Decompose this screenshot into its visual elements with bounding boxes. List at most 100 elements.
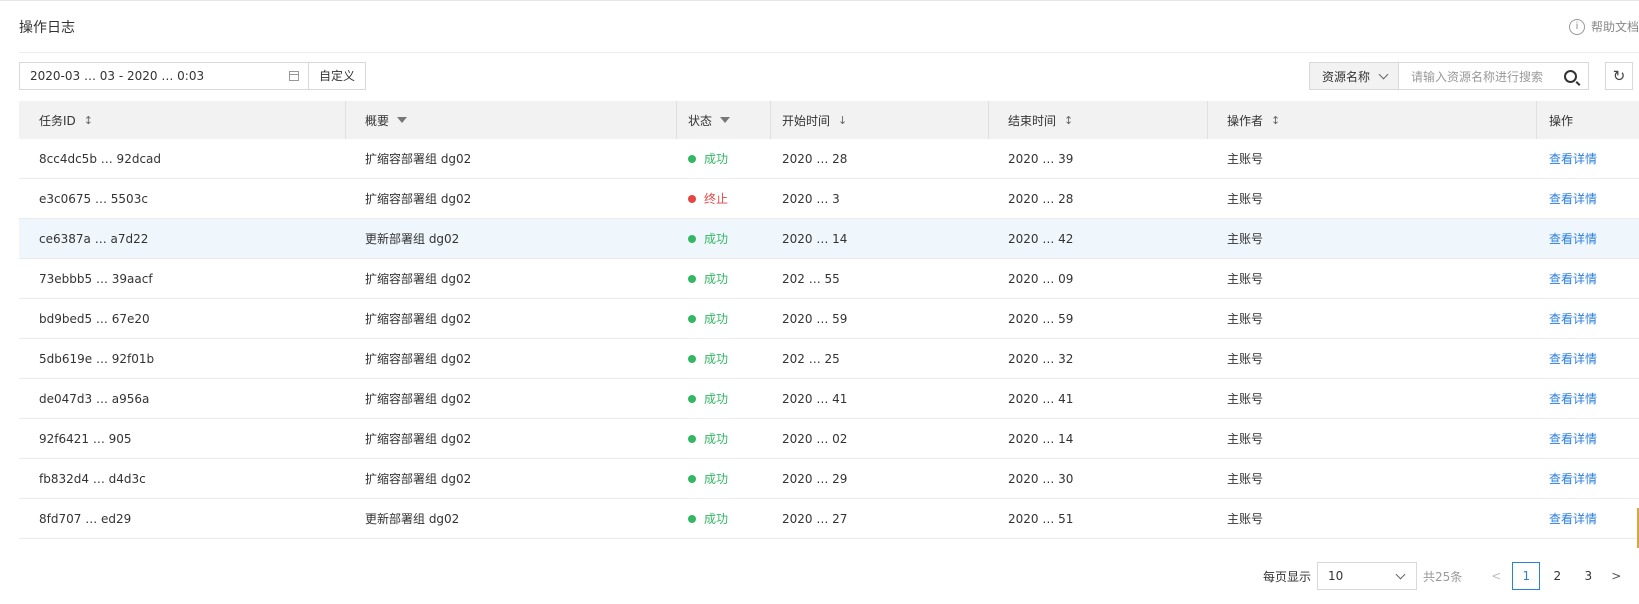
operation-log-table: 任务ID ↕ 概要 状态 开始时间 ↓ 结束时间 ↕ 操作者 ↕ 操作 8cc4dc5b… xyxy=(19,101,1639,539)
operator-cell: 主账号 xyxy=(1227,232,1264,246)
status-dot-icon xyxy=(688,234,696,243)
operator-cell: 主账号 xyxy=(1227,432,1264,446)
status-text: 成功 xyxy=(704,232,729,246)
column-header-status: 状态 xyxy=(677,101,771,139)
table-header: 任务ID ↕ 概要 状态 开始时间 ↓ 结束时间 ↕ 操作者 ↕ 操作 xyxy=(19,101,1639,139)
per-page-label: 每页显示 xyxy=(1263,569,1312,584)
status-dot-icon xyxy=(688,474,696,483)
calendar-icon xyxy=(289,71,299,81)
view-details-link[interactable]: 查看详情 xyxy=(1549,390,1597,407)
table-row: 73ebbb5 … 39aacf 扩缩容部署组 dg02 成功 202 … 55 202… xyxy=(19,259,1639,299)
column-header-end-time[interactable]: 结束时间 ↕ xyxy=(989,101,1208,139)
table-row: 92f6421 … 905 扩缩容部署组 dg02 成功 2020 … 02 2020 … xyxy=(19,419,1639,459)
summary-cell: 扩缩容部署组 dg02 xyxy=(365,152,472,166)
operator-cell: 主账号 xyxy=(1227,392,1264,406)
end-time-cell: 2020 … 28 xyxy=(1008,191,1074,206)
table-row: bd9bed5 … 67e20 扩缩容部署组 dg02 成功 2020 … 59 202… xyxy=(19,299,1639,339)
view-details-link[interactable]: 查看详情 xyxy=(1549,270,1597,287)
status-dot-icon xyxy=(688,314,696,323)
view-details-link[interactable]: 查看详情 xyxy=(1549,150,1597,167)
sort-icon[interactable]: ↕ xyxy=(1271,114,1280,127)
page-3-button[interactable]: 3 xyxy=(1574,562,1602,590)
table-row: 8cc4dc5b … 92dcad 扩缩容部署组 dg02 成功 2020 … 28 2… xyxy=(19,139,1639,179)
view-details-link[interactable]: 查看详情 xyxy=(1549,350,1597,367)
task-id-cell: bd9bed5 … 67e20 xyxy=(39,311,150,326)
status-cell: 成功 xyxy=(677,139,771,178)
status-text: 成功 xyxy=(704,152,729,166)
table-row: 8fd707 … ed29 更新部署组 dg02 成功 2020 … 27 2020 …… xyxy=(19,499,1639,539)
custom-date-button[interactable]: 自定义 xyxy=(309,62,367,90)
help-doc-link[interactable]: i 帮助文档 xyxy=(1568,18,1639,35)
column-header-task-id[interactable]: 任务ID ↕ xyxy=(19,101,346,139)
prev-page-button[interactable]: < xyxy=(1490,569,1502,583)
view-details-link[interactable]: 查看详情 xyxy=(1549,510,1597,527)
status-dot-icon xyxy=(688,274,696,283)
task-id-cell: 92f6421 … 905 xyxy=(39,431,132,446)
task-id-cell: 8cc4dc5b … 92dcad xyxy=(39,151,162,166)
start-time-cell: 2020 … 28 xyxy=(782,151,848,166)
search-field-label: 资源名称 xyxy=(1322,69,1371,84)
view-details-link[interactable]: 查看详情 xyxy=(1549,310,1597,327)
sort-icon[interactable]: ↕ xyxy=(1064,114,1073,127)
search-input[interactable]: 请输入资源名称进行搜索 xyxy=(1399,62,1589,90)
task-id-cell: de047d3 … a956a xyxy=(39,391,150,406)
operator-cell: 主账号 xyxy=(1227,352,1264,366)
refresh-button[interactable]: ↻ xyxy=(1605,62,1633,90)
status-cell: 成功 xyxy=(677,379,771,418)
total-count: 共25条 xyxy=(1423,569,1463,584)
operator-cell: 主账号 xyxy=(1227,272,1264,286)
status-dot-icon xyxy=(688,354,696,363)
resource-search: 资源名称 请输入资源名称进行搜索 xyxy=(1309,62,1589,90)
date-range-picker[interactable]: 2020-03 … 03 - 2020 … 0:03 自定义 xyxy=(19,62,367,90)
status-text: 成功 xyxy=(704,352,729,366)
status-cell: 成功 xyxy=(677,299,771,338)
page-2-button[interactable]: 2 xyxy=(1543,562,1571,590)
sort-desc-icon[interactable]: ↓ xyxy=(838,114,847,127)
filter-icon[interactable] xyxy=(397,117,408,123)
summary-cell: 扩缩容部署组 dg02 xyxy=(365,432,472,446)
filter-icon[interactable] xyxy=(720,117,731,123)
status-dot-icon xyxy=(688,514,696,523)
date-range-value: 2020-03 … 03 - 2020 … 0:03 xyxy=(30,69,205,83)
task-id-cell: 8fd707 … ed29 xyxy=(39,511,132,526)
search-icon[interactable] xyxy=(1564,70,1577,83)
end-time-cell: 2020 … 30 xyxy=(1008,471,1074,486)
per-page-select[interactable]: 10 xyxy=(1317,562,1418,590)
summary-cell: 扩缩容部署组 dg02 xyxy=(365,312,472,326)
summary-cell: 扩缩容部署组 dg02 xyxy=(365,192,472,206)
status-dot-icon xyxy=(688,154,696,163)
task-id-cell: e3c0675 … 5503c xyxy=(39,191,148,206)
sort-icon[interactable]: ↕ xyxy=(84,114,93,127)
end-time-cell: 2020 … 09 xyxy=(1008,271,1074,286)
status-text: 成功 xyxy=(704,312,729,326)
column-header-operator[interactable]: 操作者 ↕ xyxy=(1208,101,1537,139)
table-row: 5db619e … 92f01b 扩缩容部署组 dg02 成功 202 … 25 202… xyxy=(19,339,1639,379)
start-time-cell: 202 … 55 xyxy=(782,271,840,286)
column-header-start-time[interactable]: 开始时间 ↓ xyxy=(771,101,989,139)
next-page-button[interactable]: > xyxy=(1611,569,1621,583)
start-time-cell: 202 … 25 xyxy=(782,351,840,366)
status-cell: 成功 xyxy=(677,419,771,458)
end-time-cell: 2020 … 59 xyxy=(1008,311,1074,326)
status-cell: 成功 xyxy=(677,259,771,298)
date-range-input[interactable]: 2020-03 … 03 - 2020 … 0:03 xyxy=(19,62,309,90)
help-doc-label: 帮助文档 xyxy=(1590,20,1639,34)
view-details-link[interactable]: 查看详情 xyxy=(1549,430,1597,447)
table-row: fb832d4 … d4d3c 扩缩容部署组 dg02 成功 2020 … 29 202… xyxy=(19,459,1639,499)
start-time-cell: 2020 … 3 xyxy=(782,191,840,206)
view-details-cell: 查看详情 xyxy=(1537,419,1639,458)
header-divider xyxy=(19,52,1639,53)
info-icon: i xyxy=(1568,18,1585,35)
page-1-button[interactable]: 1 xyxy=(1512,562,1541,590)
status-dot-icon xyxy=(688,394,696,403)
start-time-cell: 2020 … 41 xyxy=(782,391,848,406)
view-details-link[interactable]: 查看详情 xyxy=(1549,230,1597,247)
search-field-select[interactable]: 资源名称 xyxy=(1309,62,1399,90)
summary-cell: 扩缩容部署组 dg02 xyxy=(365,352,472,366)
table-body: 8cc4dc5b … 92dcad 扩缩容部署组 dg02 成功 2020 … 28 2… xyxy=(19,139,1639,539)
chevron-down-icon xyxy=(1395,569,1406,580)
view-details-link[interactable]: 查看详情 xyxy=(1549,190,1597,207)
view-details-cell: 查看详情 xyxy=(1537,499,1639,538)
view-details-link[interactable]: 查看详情 xyxy=(1549,470,1597,487)
operator-cell: 主账号 xyxy=(1227,152,1264,166)
